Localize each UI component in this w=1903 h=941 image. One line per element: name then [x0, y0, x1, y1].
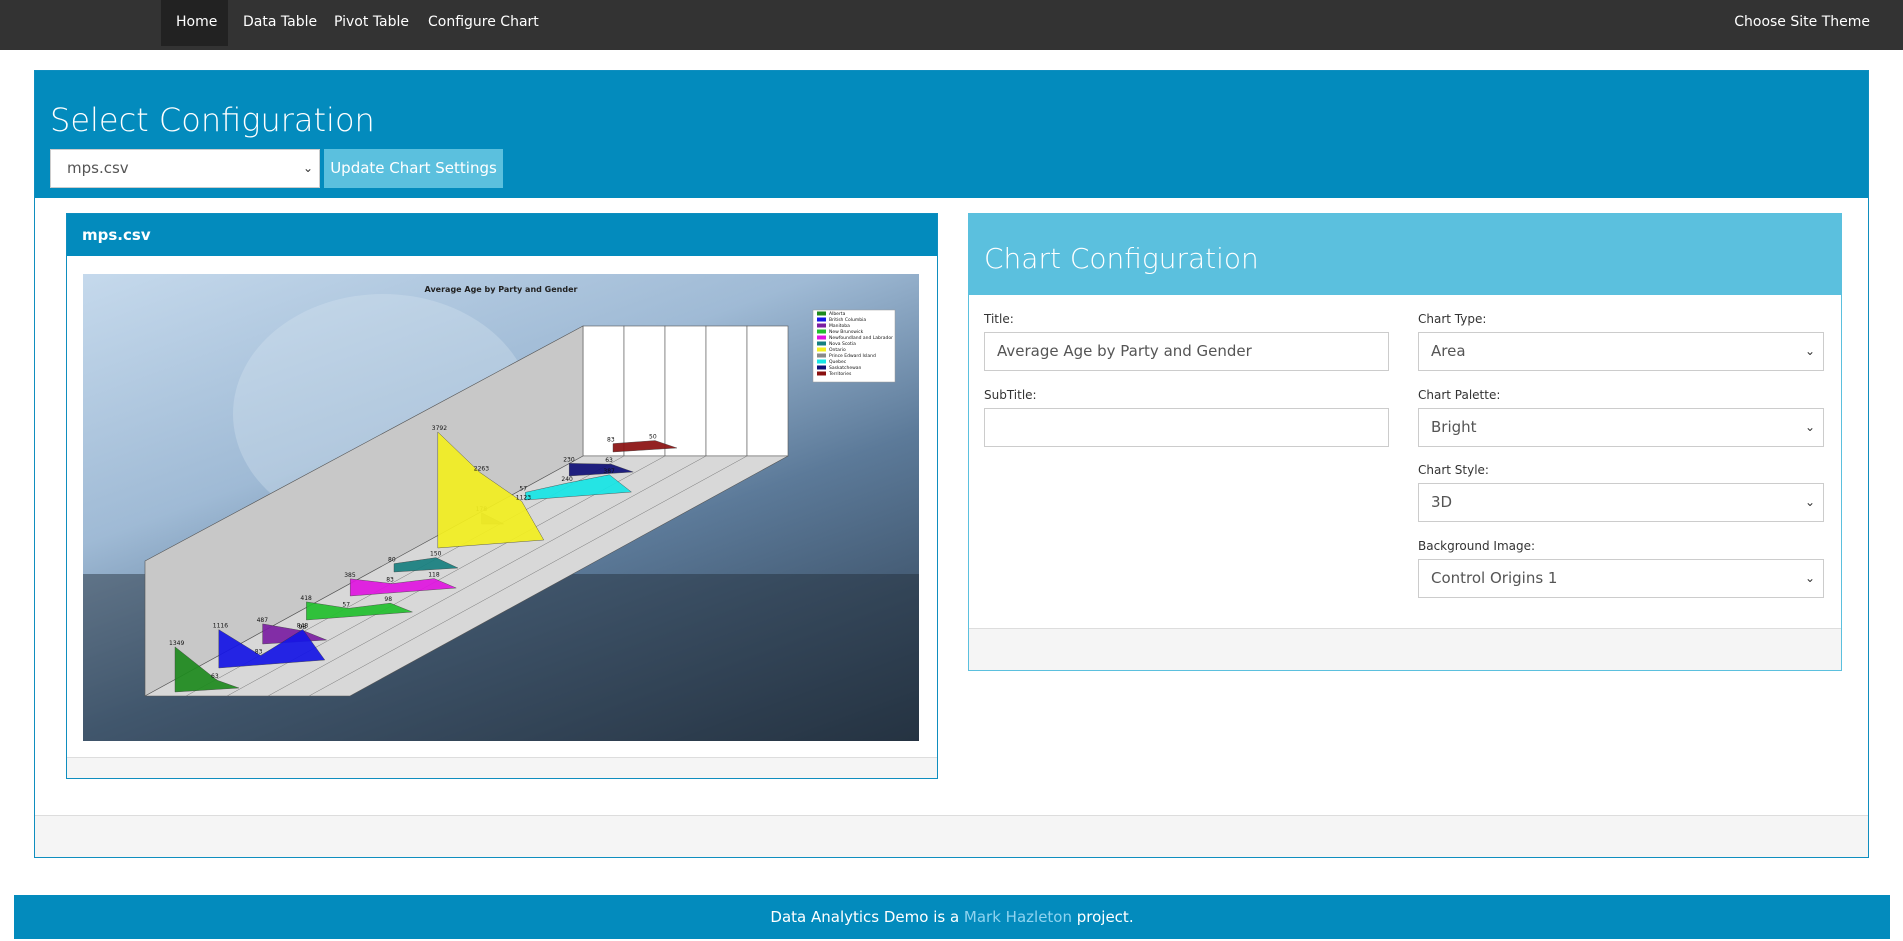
nav-home[interactable]: Home	[161, 0, 228, 46]
chart-style-select[interactable]: 3D ⌄	[1418, 483, 1824, 522]
subtitle-label: SubTitle:	[984, 388, 1037, 402]
main-panel: Select Configuration mps.csv ⌄ Update Ch…	[34, 70, 1869, 858]
chart-legend-swatch	[817, 323, 826, 328]
chart-data-label: 240	[561, 476, 573, 483]
chart-data-label: 83	[255, 649, 263, 656]
chart-style-value: 3D	[1431, 493, 1453, 511]
chart-legend-swatch	[817, 365, 826, 370]
main-panel-header: Select Configuration mps.csv ⌄ Update Ch…	[35, 71, 1868, 198]
chart-legend-label: Manitoba	[829, 323, 850, 329]
chart-card: mps.csv Average Age by Party and Gender …	[66, 213, 938, 779]
chart-legend: AlbertaBritish ColumbiaManitobaNew Bruns…	[812, 309, 896, 383]
configuration-select[interactable]: mps.csv ⌄	[50, 149, 320, 188]
chart-data-label: 387	[603, 468, 615, 475]
chart-legend-label: Nova Scotia	[829, 341, 856, 347]
chart-config-title: Chart Configuration	[969, 214, 1841, 295]
main-panel-footer	[35, 815, 1868, 857]
chart-wall-panel	[746, 325, 789, 457]
chart-palette-label: Chart Palette:	[1418, 388, 1501, 402]
chevron-down-icon: ⌄	[1804, 420, 1815, 434]
chart-data-label: 1116	[213, 623, 228, 630]
chart-legend-label: Quebec	[829, 359, 847, 365]
chart-config-footer	[969, 628, 1841, 670]
site-footer: Data Analytics Demo is a Mark Hazleton p…	[14, 895, 1890, 939]
chart-data-label: 80	[388, 557, 396, 564]
chevron-down-icon: ⌄	[1804, 344, 1815, 358]
chart-legend-swatch	[817, 311, 826, 316]
subtitle-input[interactable]	[984, 408, 1389, 447]
nav-choose-theme[interactable]: Choose Site Theme	[1719, 0, 1885, 46]
chart-data-label: 150	[430, 551, 442, 558]
chart-data-label: 57	[342, 601, 350, 608]
chart-wall-panel	[582, 325, 625, 457]
chart-type-select[interactable]: Area ⌄	[1418, 332, 1824, 371]
chart-legend-swatch	[817, 341, 826, 346]
chart-type-label: Chart Type:	[1418, 312, 1487, 326]
chart-data-label: 57	[519, 485, 527, 492]
chart-legend-label: Ontario	[829, 347, 846, 353]
chart-data-label: 418	[300, 595, 312, 602]
chart-data-label: 98	[384, 596, 392, 603]
background-image-select[interactable]: Control Origins 1 ⌄	[1418, 559, 1824, 598]
chart-card-title: mps.csv	[67, 214, 937, 256]
chart-legend-label: Newfoundland and Labrador	[829, 335, 893, 341]
chart-data-label: 230	[563, 456, 575, 463]
chart-legend-label: British Columbia	[829, 317, 866, 323]
background-image-label: Background Image:	[1418, 539, 1536, 553]
title-label: Title:	[984, 312, 1014, 326]
chart-type-value: Area	[1431, 342, 1466, 360]
chart-data-label: 118	[428, 572, 440, 579]
chart-legend-swatch	[817, 347, 826, 352]
chevron-down-icon: ⌄	[302, 161, 313, 175]
chart-data-label: 83	[386, 577, 394, 584]
chart-data-label: 1349	[169, 640, 184, 647]
top-navbar: Home Data Table Pivot Table Configure Ch…	[0, 0, 1903, 50]
chart-legend-swatch	[817, 371, 826, 376]
background-image-value: Control Origins 1	[1431, 569, 1558, 587]
chart-wall-panel	[705, 325, 748, 457]
chart-data-label: 2263	[474, 465, 489, 472]
chart-data-label: 3792	[432, 425, 447, 432]
configuration-select-value: mps.csv	[67, 159, 129, 177]
title-input[interactable]: Average Age by Party and Gender	[984, 332, 1389, 371]
chart-data-label: 1123	[516, 494, 531, 501]
chart-legend-label: Alberta	[829, 311, 846, 317]
chart-legend-swatch	[817, 353, 826, 358]
chart-data-label: 83	[607, 437, 615, 444]
chart-config-card: Chart Configuration Title: Average Age b…	[968, 213, 1842, 671]
chart-data-label: 487	[257, 617, 269, 624]
page-title: Select Configuration	[50, 101, 375, 139]
nav-pivot-table[interactable]: Pivot Table	[319, 0, 424, 46]
chevron-down-icon: ⌄	[1804, 571, 1815, 585]
chart-card-footer	[67, 757, 937, 778]
chart-style-label: Chart Style:	[1418, 463, 1489, 477]
chart-data-label: 63	[605, 457, 613, 464]
chart-data-label: 63	[211, 673, 219, 680]
chart-data-label: 848	[297, 622, 309, 629]
chart-palette-value: Bright	[1431, 418, 1477, 436]
chart-svg: Average Age by Party and Gender 83 50 230 6…	[83, 285, 919, 741]
footer-prefix: Data Analytics Demo is a	[770, 908, 964, 926]
chart-title: Average Age by Party and Gender	[425, 285, 578, 294]
chart-data-label: 385	[344, 572, 356, 579]
chart-wall-panel	[623, 325, 666, 457]
author-link[interactable]: Mark Hazleton	[964, 908, 1072, 926]
chart-legend-swatch	[817, 329, 826, 334]
chart-palette-select[interactable]: Bright ⌄	[1418, 408, 1824, 447]
chart-wall-panel	[664, 325, 707, 457]
chart-image: Average Age by Party and Gender 83 50 230 6…	[83, 274, 919, 741]
chart-legend-swatch	[817, 359, 826, 364]
chart-data-label: 50	[649, 434, 657, 441]
chart-legend-label: Territories	[828, 371, 852, 377]
nav-configure-chart[interactable]: Configure Chart	[413, 0, 554, 46]
chevron-down-icon: ⌄	[1804, 495, 1815, 509]
chart-legend-label: Saskatchewan	[829, 365, 862, 371]
chart-legend-label: New Brunswick	[829, 329, 864, 335]
nav-data-table[interactable]: Data Table	[228, 0, 332, 46]
chart-legend-swatch	[817, 317, 826, 322]
chart-legend-label: Prince Edward Island	[829, 353, 876, 359]
chart-legend-swatch	[817, 335, 826, 340]
footer-suffix: project.	[1071, 908, 1134, 926]
update-chart-settings-button[interactable]: Update Chart Settings	[324, 149, 503, 188]
